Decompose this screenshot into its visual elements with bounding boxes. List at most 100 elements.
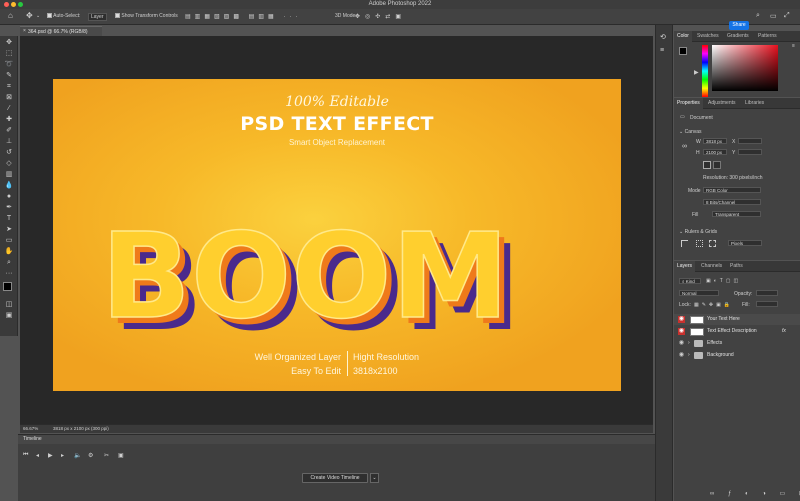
crop-tool-icon[interactable]: ⌗ [4,82,14,91]
screen-mode-icon[interactable]: ▣ [4,311,14,320]
play-icon[interactable]: ▶ [48,452,53,459]
quick-select-tool-icon[interactable]: ✎ [4,71,14,80]
timeline-dropdown-icon[interactable]: ⌄ [370,473,379,483]
layer-filter-dropdown[interactable]: ⌕ Kind [679,278,701,284]
units-dropdown[interactable]: Pixels [728,240,762,246]
portrait-orientation-icon[interactable] [703,161,711,169]
width-field[interactable]: 3818 px [703,138,727,144]
stamp-tool-icon[interactable]: ⊥ [4,137,14,146]
height-field[interactable]: 2100 px [703,149,727,155]
history-brush-tool-icon[interactable]: ↺ [4,148,14,157]
warning-icon[interactable]: ▶ [694,69,699,76]
type-tool-icon[interactable]: T [4,214,14,223]
landscape-orientation-icon[interactable] [713,161,721,169]
visibility-eye-icon[interactable]: ◉ [678,340,685,347]
move-tool-icon[interactable]: ✥ [26,11,33,20]
gradient-tool-icon[interactable]: ▥ [4,170,14,179]
shape-tool-icon[interactable]: ▭ [4,236,14,245]
next-frame-icon[interactable]: ▸ [61,452,64,459]
blur-tool-icon[interactable]: 💧 [4,181,14,190]
tab-swatches[interactable]: Swatches [694,31,722,42]
tab-paths[interactable]: Paths [727,261,746,272]
history-icon[interactable]: ⟲ [660,33,666,41]
prev-frame-icon[interactable]: ◂ [36,452,39,459]
align-icons[interactable]: ▤▥▦▧▨▩ ▤▥▦ ··· [185,13,301,20]
path-select-tool-icon[interactable]: ➤ [4,225,14,234]
lasso-tool-icon[interactable]: ➰ [4,60,14,69]
blend-mode-dropdown[interactable]: Normal [679,290,719,296]
first-frame-icon[interactable]: ⏮ [23,452,28,459]
zoom-tool-icon[interactable]: ⌕ [4,258,14,267]
healing-tool-icon[interactable]: ✚ [4,115,14,124]
chevron-right-icon[interactable]: › [688,350,690,361]
split-icon[interactable]: ✂ [104,452,109,459]
lock-icons[interactable]: ▦✎✥▣🔒 [694,302,733,308]
tab-adjustments[interactable]: Adjustments [705,98,739,109]
auto-select-dropdown[interactable]: Layer [88,13,107,21]
eraser-tool-icon[interactable]: ◇ [4,159,14,168]
layer-row[interactable]: ◉ Your Text Here [674,314,800,325]
tab-channels[interactable]: Channels [698,261,725,272]
mode-dropdown[interactable]: RGB Color [703,187,761,193]
settings-icon[interactable]: ⚙ [88,452,93,459]
auto-select-toggle[interactable]: Auto-Select: [47,13,80,19]
artboard[interactable]: 100% Editable PSD TEXT EFFECT Smart Obje… [53,79,621,391]
auto-select-checkbox[interactable] [47,13,52,19]
chevron-right-icon[interactable]: › [688,338,690,349]
tab-properties[interactable]: Properties [674,98,703,109]
home-icon[interactable]: ⌂ [8,11,13,20]
brush-tool-icon[interactable]: ✐ [4,126,14,135]
share-button[interactable]: Share [729,21,749,30]
move-tool-icon[interactable]: ✥ [4,38,14,47]
dodge-tool-icon[interactable]: ● [4,192,14,201]
opacity-field[interactable] [756,290,778,296]
ruler-icon[interactable] [681,240,688,247]
layer-actions-icons[interactable]: ∞ ƒ ◐ ◑ ▭ ⊞ 🗑 [710,490,800,497]
3d-mode-icons[interactable]: ✥◎✣⇄▣ [355,13,406,20]
workspace-icon[interactable]: ▭ [770,12,777,20]
panel-menu-icon[interactable]: ≡ [792,43,795,49]
layer-effects-fx-icon[interactable]: fx [782,326,786,337]
guides-icon[interactable] [709,240,716,247]
visibility-eye-icon[interactable]: ◉ [678,316,685,323]
foreground-color-swatch[interactable] [3,282,12,291]
x-field[interactable] [738,138,762,144]
transition-icon[interactable]: ▣ [118,452,124,459]
properties-icon[interactable]: ≡ [660,47,664,54]
tab-layers[interactable]: Layers [674,261,696,272]
frame-tool-icon[interactable]: ⊠ [4,93,14,102]
marquee-tool-icon[interactable]: ⬚ [4,49,14,58]
tab-gradients[interactable]: Gradients [724,31,752,42]
show-transform-checkbox[interactable] [115,13,120,19]
layer-name[interactable]: Your Text Here [707,314,740,325]
fill-dropdown[interactable]: Transparent [712,211,761,217]
eyedropper-tool-icon[interactable]: ⁄ [4,104,14,113]
visibility-eye-icon[interactable]: ◉ [678,328,685,335]
show-transform-toggle[interactable]: Show Transform Controls [115,13,178,19]
hue-slider[interactable] [702,45,708,97]
color-field[interactable] [712,45,778,91]
foreground-swatch[interactable] [679,47,687,55]
grid-icon[interactable] [696,240,703,247]
tab-color[interactable]: Color [674,31,692,42]
layer-row[interactable]: ◉ › Effects [674,338,800,349]
layer-row[interactable]: ◉ › Background [674,350,800,361]
layer-name[interactable]: Text Effect Description [707,326,757,337]
more-tools-icon[interactable]: ··· [4,269,14,278]
bit-depth-dropdown[interactable]: 8 Bits/Channel [703,199,761,205]
tab-libraries[interactable]: Libraries [742,98,767,109]
create-video-timeline-button[interactable]: Create Video Timeline [302,473,368,483]
chevron-down-icon[interactable]: ⌄ [36,13,40,19]
document-tab[interactable]: 364.psd @ 66.7% (RGB/8) [20,26,102,36]
layer-name[interactable]: Effects [707,338,722,349]
quick-mask-icon[interactable]: ◫ [4,300,14,309]
search-icon[interactable]: ⌕ [756,12,760,20]
link-icon[interactable]: ∞ [682,143,687,150]
document-dimensions[interactable]: 3818 px x 2100 px (300 ppi) [53,425,109,433]
tab-patterns[interactable]: Patterns [755,31,780,42]
pen-tool-icon[interactable]: ✒ [4,203,14,212]
visibility-eye-icon[interactable]: ◉ [678,352,685,359]
audio-icon[interactable]: 🔈 [74,452,81,459]
y-field[interactable] [738,149,762,155]
zoom-level[interactable]: 66.67% [23,425,38,433]
